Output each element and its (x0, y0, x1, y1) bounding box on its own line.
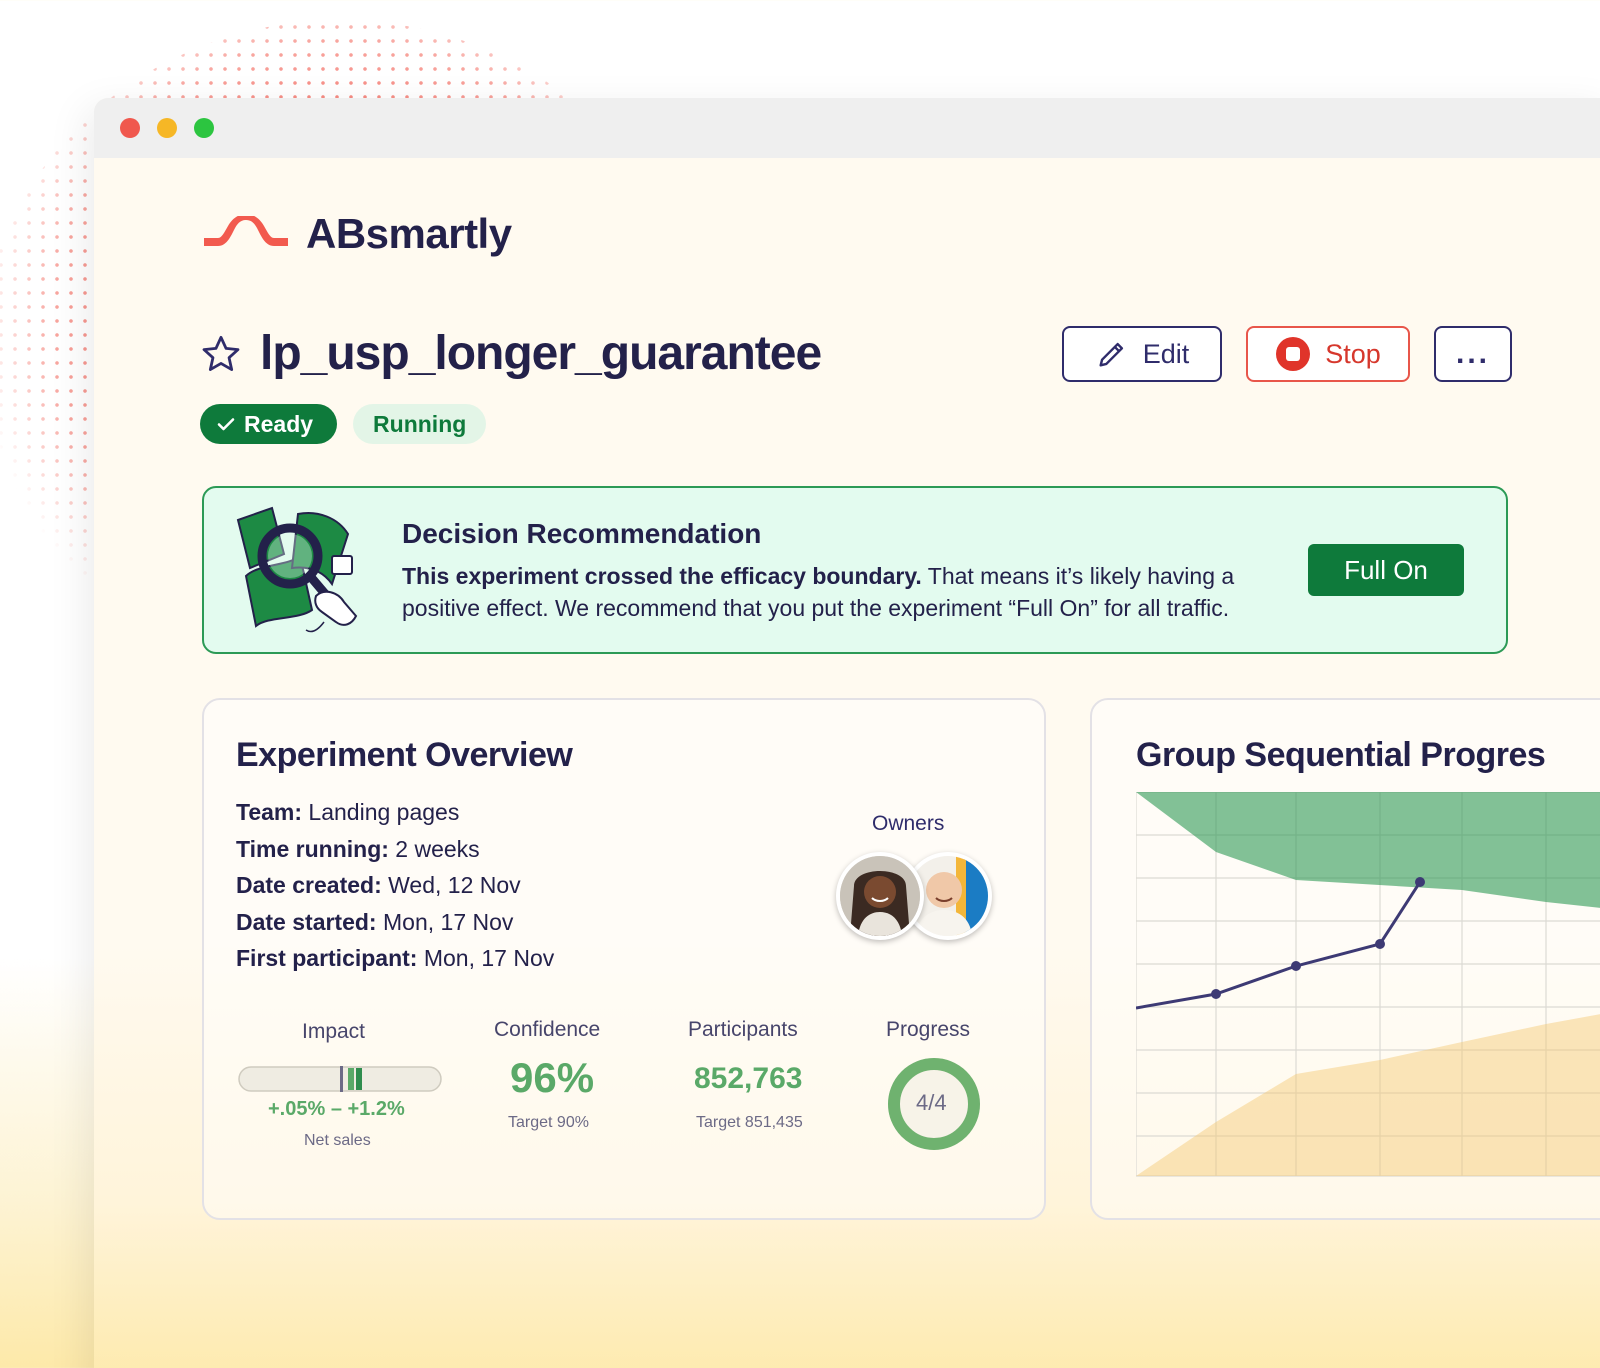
status-pills: Ready Running (200, 404, 487, 444)
status-badge-running: Running (353, 404, 487, 444)
owner-1-photo-icon (840, 856, 920, 936)
gsp-point (1211, 989, 1221, 999)
info-time-running-key: Time running: (236, 835, 389, 862)
info-first-participant: First participant: Mon, 17 Nov (236, 940, 554, 977)
more-options-button[interactable]: ... (1434, 326, 1512, 382)
edit-label: Edit (1142, 338, 1190, 369)
impact-bar (238, 1066, 442, 1092)
brand-name: ABsmartly (306, 210, 512, 257)
stop-label: Stop (1325, 338, 1381, 369)
brand-logo[interactable]: ABsmartly (204, 210, 512, 258)
full-on-label: Full On (1344, 554, 1428, 585)
info-date-created-value: Wed, 12 Nov (381, 872, 521, 898)
confidence-value: 96% (510, 1054, 595, 1101)
info-team-key: Team: (236, 799, 303, 825)
info-date-started-key: Date started: (236, 908, 377, 935)
participants-label: Participants (688, 1018, 798, 1041)
experiment-header: lp_usp_longer_guarantee (200, 326, 822, 381)
experiment-title: lp_usp_longer_guarantee (260, 327, 822, 380)
overview-title: Experiment Overview (236, 736, 573, 774)
progress-label: Progress (886, 1018, 971, 1041)
status-ready-label: Ready (244, 410, 314, 437)
money-magnifier-illustration-icon (236, 506, 358, 633)
confidence-target: Target 90% (508, 1114, 589, 1131)
efficacy-region (1136, 792, 1600, 908)
close-window-icon[interactable] (120, 118, 140, 138)
browser-window: ABsmartly lp_usp_longer_guarantee Edit S… (94, 98, 1600, 1368)
decision-recommendation-banner: Decision Recommendation This experiment … (202, 486, 1508, 654)
gsp-point (1375, 939, 1385, 949)
confidence-label: Confidence (494, 1018, 601, 1041)
experiment-overview-card: Experiment Overview Team: Landing pages … (202, 698, 1046, 1220)
recommendation-title: Decision Recommendation (402, 518, 762, 549)
progress-value: 4/4 (916, 1090, 947, 1115)
stop-icon (1276, 337, 1311, 371)
info-date-started: Date started: Mon, 17 Nov (236, 904, 554, 941)
group-sequential-progress-card: Group Sequential Progres (1090, 698, 1600, 1220)
status-badge-ready: Ready (200, 404, 338, 444)
info-date-created-key: Date created: (236, 872, 382, 898)
gsp-title: Group Sequential Progres (1136, 736, 1546, 774)
info-time-running-value: 2 weeks (388, 835, 480, 862)
checkmark-icon (217, 418, 235, 431)
edit-button[interactable]: Edit (1062, 326, 1222, 382)
overview-info-list: Team: Landing pages Time running: 2 week… (236, 794, 554, 977)
gsp-point (1415, 877, 1425, 887)
info-team: Team: Landing pages (236, 794, 554, 831)
participants-value: 852,763 (694, 1062, 803, 1095)
absmartly-logo-icon (204, 216, 288, 246)
info-date-started-value: Mon, 17 Nov (376, 908, 514, 935)
info-first-participant-key: First participant: (236, 945, 418, 971)
gsp-point (1291, 961, 1301, 971)
impact-metric: Net sales (304, 1132, 371, 1149)
info-date-created: Date created: Wed, 12 Nov (236, 867, 554, 904)
pencil-icon (1099, 342, 1123, 367)
impact-label: Impact (302, 1020, 366, 1043)
star-icon[interactable] (200, 333, 242, 375)
participants-target: Target 851,435 (696, 1114, 803, 1131)
info-first-participant-value: Mon, 17 Nov (417, 945, 555, 971)
header-actions: Edit Stop ... (1062, 326, 1512, 382)
info-time-running: Time running: 2 weeks (236, 831, 554, 868)
maximize-window-icon[interactable] (194, 118, 214, 138)
status-running-label: Running (373, 410, 467, 437)
recommendation-body: This experiment crossed the efficacy bou… (402, 560, 1302, 624)
info-team-value: Landing pages (302, 799, 460, 825)
window-titlebar (94, 98, 1600, 158)
more-label: ... (1455, 337, 1490, 370)
minimize-window-icon[interactable] (157, 118, 177, 138)
stop-button[interactable]: Stop (1246, 326, 1410, 382)
recommendation-body-bold: This experiment crossed the efficacy bou… (402, 563, 922, 589)
gsp-chart (1136, 792, 1600, 1177)
avatar-owner-1[interactable] (836, 852, 924, 940)
full-on-button[interactable]: Full On (1308, 544, 1464, 596)
futility-region (1136, 1014, 1600, 1176)
owners-label: Owners (872, 812, 945, 835)
impact-range: +.05% – +1.2% (268, 1098, 405, 1120)
